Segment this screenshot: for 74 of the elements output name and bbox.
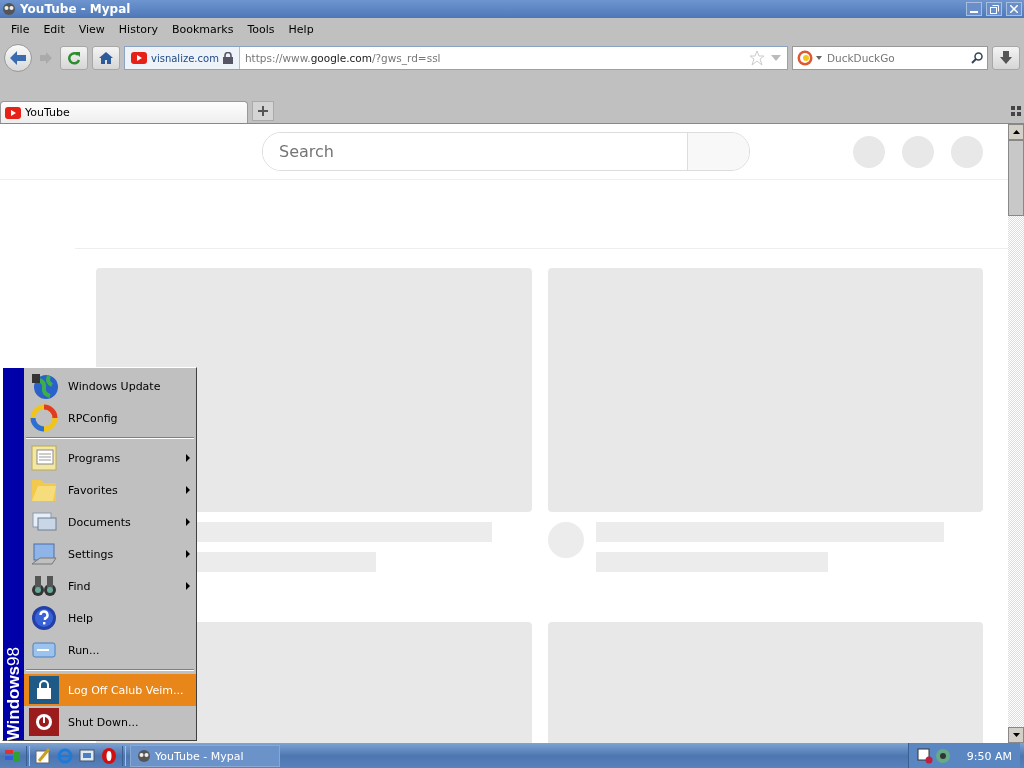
- minimize-button[interactable]: [966, 2, 982, 16]
- reload-button[interactable]: [60, 46, 88, 70]
- start-menu-item[interactable]: Run...: [24, 634, 196, 666]
- power-icon: [29, 708, 59, 736]
- submenu-arrow-icon: [186, 454, 190, 462]
- scroll-up-icon[interactable]: [1012, 130, 1020, 134]
- submenu-arrow-icon: [186, 582, 190, 590]
- back-arrow-icon: [10, 51, 26, 65]
- site-identity: visnalize.com: [151, 52, 219, 64]
- scrollbar[interactable]: [1008, 124, 1024, 743]
- start-icon[interactable]: [4, 747, 22, 765]
- start-menu-item[interactable]: Find: [24, 570, 196, 602]
- start-menu-item[interactable]: RPConfig: [24, 402, 196, 434]
- start-menu-item[interactable]: Shut Down...: [24, 706, 196, 738]
- desktop-icon[interactable]: [78, 747, 96, 765]
- globe-icon: [29, 372, 59, 400]
- home-button[interactable]: [92, 46, 120, 70]
- submenu-arrow-icon: [186, 550, 190, 558]
- home-icon: [99, 51, 113, 65]
- web-search-bar[interactable]: DuckDuckGo: [792, 46, 988, 70]
- restore-icon: [989, 4, 999, 14]
- duck-icon: [797, 50, 813, 66]
- scroll-thumb[interactable]: [1008, 140, 1024, 216]
- calendar-icon[interactable]: [916, 748, 933, 764]
- run-icon: [31, 639, 57, 661]
- menu-item[interactable]: View: [71, 20, 112, 38]
- download-arrow-icon: [1000, 51, 1012, 65]
- ring-icon: [29, 403, 59, 433]
- new-tab-button[interactable]: [252, 101, 274, 121]
- window-title: YouTube - Mypal: [20, 2, 132, 16]
- menu-item[interactable]: Tools: [240, 20, 282, 38]
- search-icon[interactable]: [971, 52, 983, 64]
- pencil-icon[interactable]: [34, 747, 52, 765]
- menu-item[interactable]: Bookmarks: [165, 20, 241, 38]
- download-button[interactable]: [992, 46, 1020, 70]
- start-menu-item[interactable]: Favorites: [24, 474, 196, 506]
- youtube-icon: [131, 52, 147, 64]
- address-bar[interactable]: visnalize.com https://www.google.com/?gws_rd=ssl: [124, 46, 788, 70]
- scroll-down-icon[interactable]: [1012, 733, 1020, 737]
- reload-icon: [67, 51, 81, 65]
- menu-item[interactable]: File: [4, 20, 37, 38]
- help-icon: [31, 605, 57, 631]
- start-menu-item[interactable]: Documents: [24, 506, 196, 538]
- menu-item[interactable]: History: [111, 20, 165, 38]
- back-button[interactable]: [4, 44, 32, 72]
- start-menu-item[interactable]: Help: [24, 602, 196, 634]
- start-menu-item[interactable]: Programs: [24, 442, 196, 474]
- video-search-bar[interactable]: Search: [262, 132, 750, 171]
- control-panel-icon: [30, 540, 58, 568]
- banner-text: Windows98: [3, 645, 24, 740]
- tray-app-icon[interactable]: [934, 748, 951, 764]
- restore-button[interactable]: [986, 2, 1002, 16]
- close-button[interactable]: [1006, 2, 1022, 16]
- raccoon-icon: [2, 2, 16, 16]
- opera-icon[interactable]: [100, 747, 118, 765]
- lock-icon: [29, 676, 59, 704]
- lock-icon: [222, 52, 233, 64]
- youtube-icon: [5, 106, 21, 119]
- start-menu-item[interactable]: Settings: [24, 538, 196, 570]
- start-menu-item[interactable]: Windows Update: [24, 370, 196, 402]
- url-text: https://www.google.com/?gws_rd=ssl: [243, 52, 442, 64]
- close-icon: [1010, 5, 1018, 13]
- submenu-arrow-icon: [186, 518, 190, 526]
- raccoon-icon: [137, 749, 151, 763]
- grid-icon[interactable]: [1011, 106, 1021, 116]
- plus-icon: [258, 106, 268, 116]
- clock: 9:50 AM: [966, 749, 1012, 763]
- dropdown-icon[interactable]: [816, 56, 822, 60]
- menu-item[interactable]: Help: [281, 20, 321, 38]
- submenu-arrow-icon: [186, 486, 190, 494]
- browser-tab[interactable]: YouTube: [0, 101, 248, 123]
- program-group-icon: [30, 444, 58, 472]
- star-icon[interactable]: [749, 50, 765, 66]
- menu-item[interactable]: Edit: [36, 20, 72, 38]
